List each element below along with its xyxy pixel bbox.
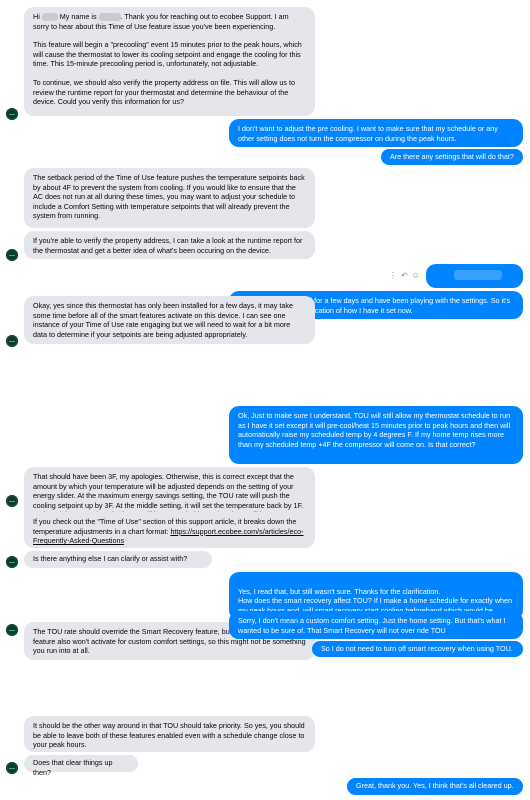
message-text: Are there any settings that will do that…	[390, 152, 514, 161]
message-text: Hi	[33, 12, 42, 21]
user-message: Ok, Just to make sure I understand, TOU …	[229, 406, 523, 464]
agent-message: Hi My name is . Thank you for reaching o…	[24, 7, 315, 116]
user-message: Great, thank you. Yes, I think that's al…	[347, 778, 523, 795]
user-message: I don't want to adjust the pre cooling. …	[229, 119, 523, 147]
message-text: It should be the other way around in tha…	[33, 721, 305, 750]
agent-message: It should be the other way around in tha…	[24, 716, 315, 752]
user-message: Sorry, I don't mean a custom comfort set…	[229, 611, 523, 639]
reply-icon[interactable]: ↶	[401, 271, 408, 281]
message-text: My name is	[57, 12, 99, 21]
message-text: Okay, yes since this thermostat has only…	[33, 301, 293, 339]
redacted-name	[98, 13, 121, 22]
message-text: I don't want to adjust the pre cooling. …	[238, 124, 498, 143]
redacted-attachment[interactable]	[426, 264, 523, 288]
message-text: Is there anything else I can clarify or …	[33, 554, 188, 563]
message-text: Does that clear things up then?	[33, 758, 113, 777]
message-actions: ⋮ ↶ ☺	[389, 271, 420, 281]
agent-avatar[interactable]	[6, 495, 18, 507]
message-text: If you're able to verify the property ad…	[33, 236, 303, 255]
more-icon[interactable]: ⋮	[389, 271, 397, 281]
message-text: To continue, we should also verify the p…	[33, 77, 295, 107]
agent-message: Okay, yes since this thermostat has only…	[24, 296, 315, 344]
message-text: Sorry, I don't mean a custom comfort set…	[238, 616, 506, 635]
agent-avatar[interactable]	[6, 762, 18, 774]
agent-avatar[interactable]	[6, 624, 18, 636]
redacted-name	[41, 13, 58, 22]
message-text: Great, thank you. Yes, I think that's al…	[356, 781, 514, 790]
message-text: This feature will begin a "precooling" e…	[33, 40, 302, 69]
agent-message: If you check out the "Time of Use" secti…	[24, 512, 315, 548]
agent-message: If you're able to verify the property ad…	[24, 231, 315, 259]
message-text: The setback period of the Time of Use fe…	[33, 173, 305, 221]
message-text: Ok, Just to make sure I understand, TOU …	[238, 411, 511, 449]
message-text: So I do not need to turn off smart recov…	[321, 644, 513, 653]
agent-avatar[interactable]	[6, 108, 18, 120]
agent-message: The setback period of the Time of Use fe…	[24, 168, 315, 228]
user-message: So I do not need to turn off smart recov…	[312, 641, 523, 657]
user-message: Are there any settings that will do that…	[381, 149, 523, 165]
agent-avatar[interactable]	[6, 249, 18, 261]
agent-message: Does that clear things up then?	[24, 755, 138, 777]
react-icon[interactable]: ☺	[412, 271, 420, 281]
agent-avatar[interactable]	[6, 556, 18, 568]
agent-message: Is there anything else I can clarify or …	[24, 551, 212, 568]
agent-avatar[interactable]	[6, 335, 18, 347]
